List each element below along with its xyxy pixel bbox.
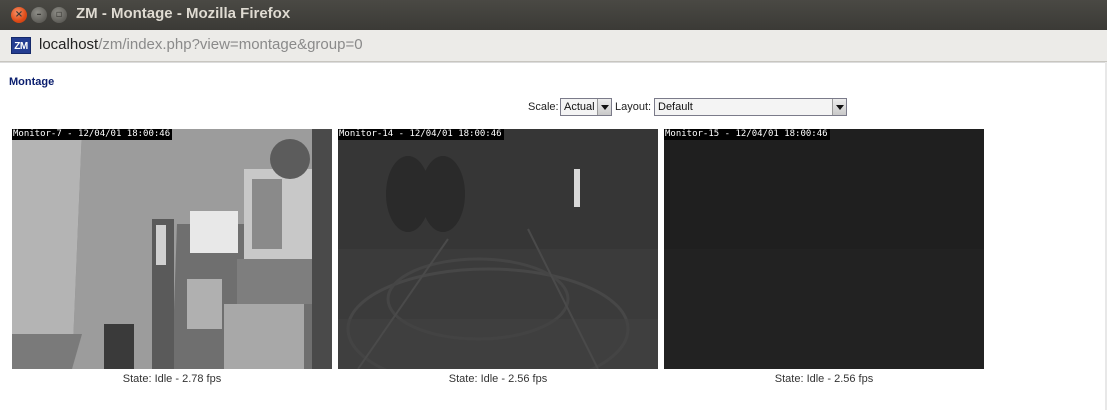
chevron-down-icon (832, 99, 846, 115)
chevron-down-icon (597, 99, 611, 115)
scale-label: Scale: (528, 101, 559, 113)
url-bar[interactable]: ZM localhost/zm/index.php?view=montage&g… (0, 30, 1107, 62)
minimize-icon: – (36, 9, 42, 20)
monitor-overlay-14: Monitor-14 - 12/04/01 18:00:46 (338, 129, 504, 140)
monitor-status-14: State: Idle - 2.56 fps (448, 373, 548, 385)
monitor-15-image (664, 129, 984, 369)
url-host: localhost (39, 36, 99, 53)
maximize-window-button[interactable]: ▫ (51, 7, 67, 23)
monitor-overlay-7: Monitor-7 - 12/04/01 18:00:46 (12, 129, 173, 140)
scale-select[interactable]: Actual (560, 98, 612, 116)
layout-select[interactable]: Default (654, 98, 847, 116)
page-title: Montage (9, 76, 55, 88)
monitor-feed-14[interactable]: Monitor-14 - 12/04/01 18:00:46 (338, 129, 658, 369)
monitor-tile-14: Monitor-14 - 12/04/01 18:00:46 State: Id… (338, 129, 658, 385)
maximize-icon: ▫ (55, 9, 63, 20)
window-titlebar: × – ▫ ZM - Montage - Mozilla Firefox (0, 0, 1107, 30)
minimize-window-button[interactable]: – (31, 7, 47, 23)
scale-selected-value: Actual (564, 101, 595, 113)
window-title: ZM - Montage - Mozilla Firefox (76, 5, 291, 22)
close-window-button[interactable]: × (11, 7, 27, 23)
page-content: Montage Scale: Actual Layout: Default Mo… (0, 62, 1107, 411)
monitor-feed-7[interactable]: Monitor-7 - 12/04/01 18:00:46 (12, 129, 332, 369)
monitor-14-image (338, 129, 658, 369)
monitor-overlay-15: Monitor-15 - 12/04/01 18:00:46 (664, 129, 830, 140)
monitor-tile-7: Monitor-7 - 12/04/01 18:00:46 State: Idl… (12, 129, 332, 385)
monitor-status-7: State: Idle - 2.78 fps (122, 373, 222, 385)
url-text[interactable]: localhost/zm/index.php?view=montage&grou… (39, 36, 363, 53)
monitor-feed-15[interactable]: Monitor-15 - 12/04/01 18:00:46 (664, 129, 984, 369)
layout-selected-value: Default (658, 101, 693, 113)
monitor-tile-15: Monitor-15 - 12/04/01 18:00:46 State: Id… (664, 129, 984, 385)
zm-favicon-icon: ZM (11, 37, 31, 54)
layout-label: Layout: (615, 101, 652, 113)
monitor-status-15: State: Idle - 2.56 fps (774, 373, 874, 385)
close-icon: × (14, 9, 24, 20)
url-path: /zm/index.php?view=montage&group=0 (98, 36, 363, 53)
monitor-7-image (12, 129, 332, 369)
